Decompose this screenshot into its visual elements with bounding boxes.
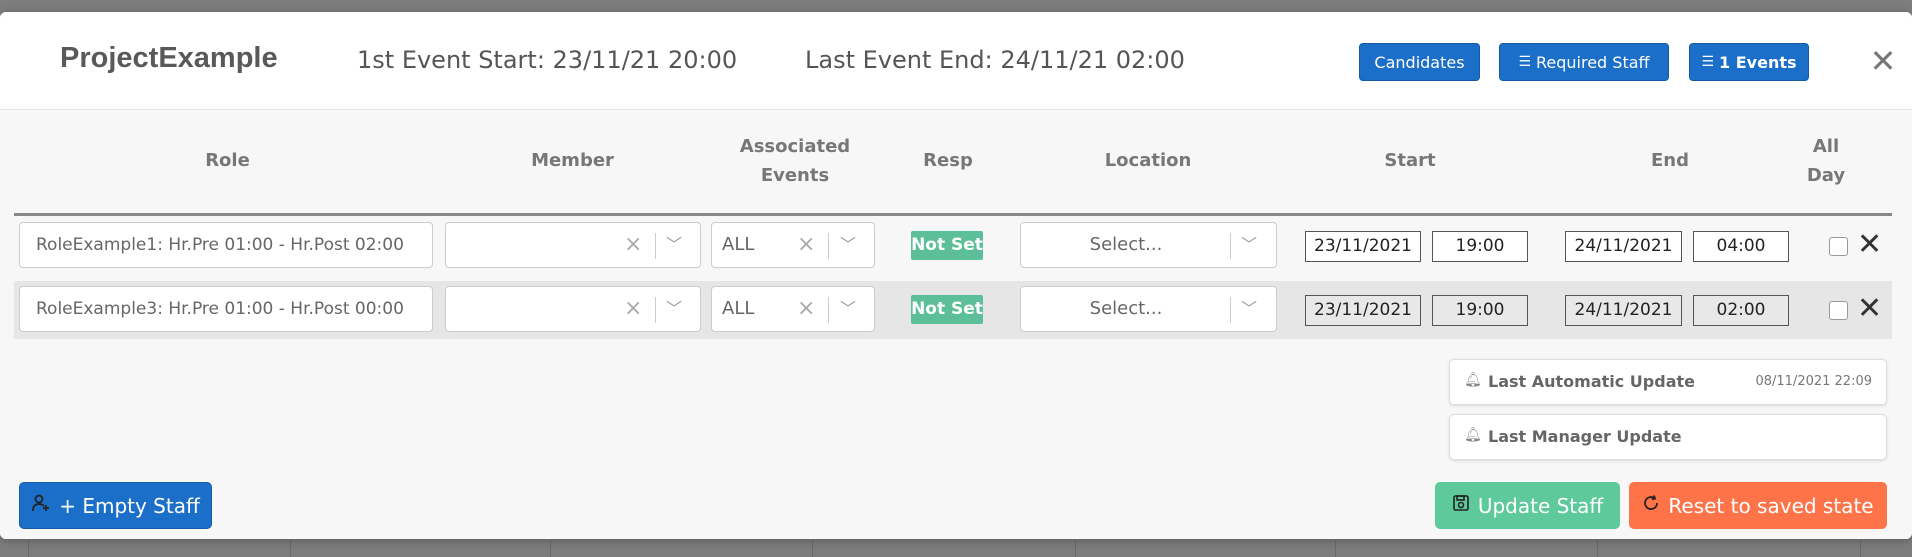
candidates-button[interactable]: Candidates xyxy=(1359,43,1480,81)
backdrop-line xyxy=(28,540,29,557)
role-field[interactable]: RoleExample1: Hr.Pre 01:00 - Hr.Post 02:… xyxy=(19,222,433,268)
first-event-start: 1st Event Start: 23/11/21 20:00 xyxy=(357,46,738,74)
staff-modal: ProjectExample 1st Event Start: 23/11/21… xyxy=(0,12,1912,539)
update-staff-label: Update Staff xyxy=(1477,493,1604,518)
select-separator xyxy=(828,297,829,323)
modal-header: ProjectExample 1st Event Start: 23/11/21… xyxy=(0,12,1912,110)
member-select[interactable]: × ﹀ xyxy=(445,222,701,268)
last-automatic-update-card: 🔔︎ Last Automatic Update 08/11/2021 22:0… xyxy=(1449,359,1887,405)
bell-icon: 🔔︎ xyxy=(1464,427,1482,443)
chevron-down-icon[interactable]: ﹀ xyxy=(666,223,682,267)
end-time-input[interactable]: 04:00 xyxy=(1693,231,1789,262)
chevron-down-icon[interactable]: ﹀ xyxy=(666,287,682,331)
list-icon: ☰ xyxy=(1518,54,1531,70)
column-header-all-day: All Day xyxy=(1800,132,1852,190)
end-date-input[interactable]: 24/11/2021 xyxy=(1565,295,1682,326)
resp-status-badge[interactable]: Not Set xyxy=(911,231,983,260)
update-staff-button[interactable]: Update Staff xyxy=(1435,482,1620,529)
backdrop-line xyxy=(1597,540,1598,557)
column-header-member: Member xyxy=(531,150,614,171)
backdrop-line xyxy=(1860,540,1861,557)
required-staff-button[interactable]: ☰ Required Staff xyxy=(1499,43,1669,81)
events-label: 1 Events xyxy=(1719,52,1797,72)
required-staff-label: Required Staff xyxy=(1536,52,1650,72)
column-header-all-day-line2: Day xyxy=(1806,165,1846,186)
select-separator xyxy=(655,233,656,259)
location-select[interactable]: Select... ﹀ xyxy=(1020,222,1277,268)
select-separator xyxy=(1230,233,1231,259)
backdrop-line xyxy=(812,540,813,557)
delete-row-icon[interactable]: ✕ xyxy=(1857,225,1882,265)
last-manager-update-card: 🔔︎ Last Manager Update xyxy=(1449,414,1887,460)
events-button[interactable]: ☰ 1 Events xyxy=(1689,43,1809,81)
clear-icon[interactable]: × xyxy=(797,287,815,331)
column-header-start: Start xyxy=(1384,150,1436,171)
associated-events-value: ALL xyxy=(722,234,755,255)
column-header-associated-line1: Associated xyxy=(739,136,851,157)
start-time-input[interactable]: 19:00 xyxy=(1432,295,1528,326)
start-date-input[interactable]: 23/11/2021 xyxy=(1305,295,1421,326)
associated-events-select[interactable]: ALL × ﹀ xyxy=(711,222,875,268)
header-divider xyxy=(14,213,1892,216)
end-date-input[interactable]: 24/11/2021 xyxy=(1565,231,1682,262)
start-date-input[interactable]: 23/11/2021 xyxy=(1305,231,1421,262)
last-manager-update-label: Last Manager Update xyxy=(1488,427,1682,446)
add-empty-staff-button[interactable]: + Empty Staff xyxy=(19,482,212,529)
column-header-resp: Resp xyxy=(923,150,973,171)
last-event-end: Last Event End: 24/11/21 02:00 xyxy=(805,46,1185,74)
backdrop-line xyxy=(1075,540,1076,557)
select-separator xyxy=(828,233,829,259)
clear-icon[interactable]: × xyxy=(624,287,642,331)
all-day-checkbox[interactable] xyxy=(1829,237,1848,256)
table-row: RoleExample3: Hr.Pre 01:00 - Hr.Post 00:… xyxy=(14,281,1892,339)
select-separator xyxy=(655,297,656,323)
backdrop-line xyxy=(1335,540,1336,557)
add-empty-staff-label: + Empty Staff xyxy=(59,493,200,518)
role-field[interactable]: RoleExample3: Hr.Pre 01:00 - Hr.Post 00:… xyxy=(19,286,433,332)
delete-row-icon[interactable]: ✕ xyxy=(1857,289,1882,329)
start-time-input[interactable]: 19:00 xyxy=(1432,231,1528,262)
location-select[interactable]: Select... ﹀ xyxy=(1020,286,1277,332)
location-placeholder: Select... xyxy=(1089,234,1163,255)
select-separator xyxy=(1230,297,1231,323)
column-header-end: End xyxy=(1651,150,1689,171)
end-time-input[interactable]: 02:00 xyxy=(1693,295,1789,326)
chevron-down-icon[interactable]: ﹀ xyxy=(1241,287,1257,331)
column-header-all-day-line1: All xyxy=(1812,136,1840,157)
refresh-icon xyxy=(1642,494,1660,517)
member-select[interactable]: × ﹀ xyxy=(445,286,701,332)
close-icon[interactable]: ✕ xyxy=(1868,44,1898,78)
bell-icon: 🔔︎ xyxy=(1464,372,1482,388)
backdrop-line xyxy=(550,540,551,557)
resp-status-badge[interactable]: Not Set xyxy=(911,295,983,324)
backdrop-line xyxy=(290,540,291,557)
column-header-location: Location xyxy=(1104,150,1192,171)
associated-events-value: ALL xyxy=(722,298,755,319)
add-user-icon xyxy=(31,493,51,518)
candidates-label: Candidates xyxy=(1374,52,1465,72)
table-row: RoleExample1: Hr.Pre 01:00 - Hr.Post 02:… xyxy=(14,217,1892,275)
chevron-down-icon[interactable]: ﹀ xyxy=(840,223,856,267)
chevron-down-icon[interactable]: ﹀ xyxy=(840,287,856,331)
project-title: ProjectExample xyxy=(60,42,278,74)
last-automatic-update-time: 08/11/2021 22:09 xyxy=(1755,374,1872,389)
clear-icon[interactable]: × xyxy=(797,223,815,267)
chevron-down-icon[interactable]: ﹀ xyxy=(1241,223,1257,267)
column-header-associated-line2: Events xyxy=(760,165,830,186)
column-header-role: Role xyxy=(205,150,250,171)
column-header-associated-events: Associated Events xyxy=(720,132,870,190)
reset-button[interactable]: Reset to saved state xyxy=(1629,482,1887,529)
save-icon xyxy=(1452,494,1470,517)
all-day-checkbox[interactable] xyxy=(1829,301,1848,320)
location-placeholder: Select... xyxy=(1089,298,1163,319)
associated-events-select[interactable]: ALL × ﹀ xyxy=(711,286,875,332)
list-icon: ☰ xyxy=(1701,54,1715,70)
reset-label: Reset to saved state xyxy=(1668,493,1874,518)
last-automatic-update-label: Last Automatic Update xyxy=(1488,372,1695,391)
clear-icon[interactable]: × xyxy=(624,223,642,267)
staff-table: Role Member Associated Events Resp Locat… xyxy=(0,110,1912,539)
